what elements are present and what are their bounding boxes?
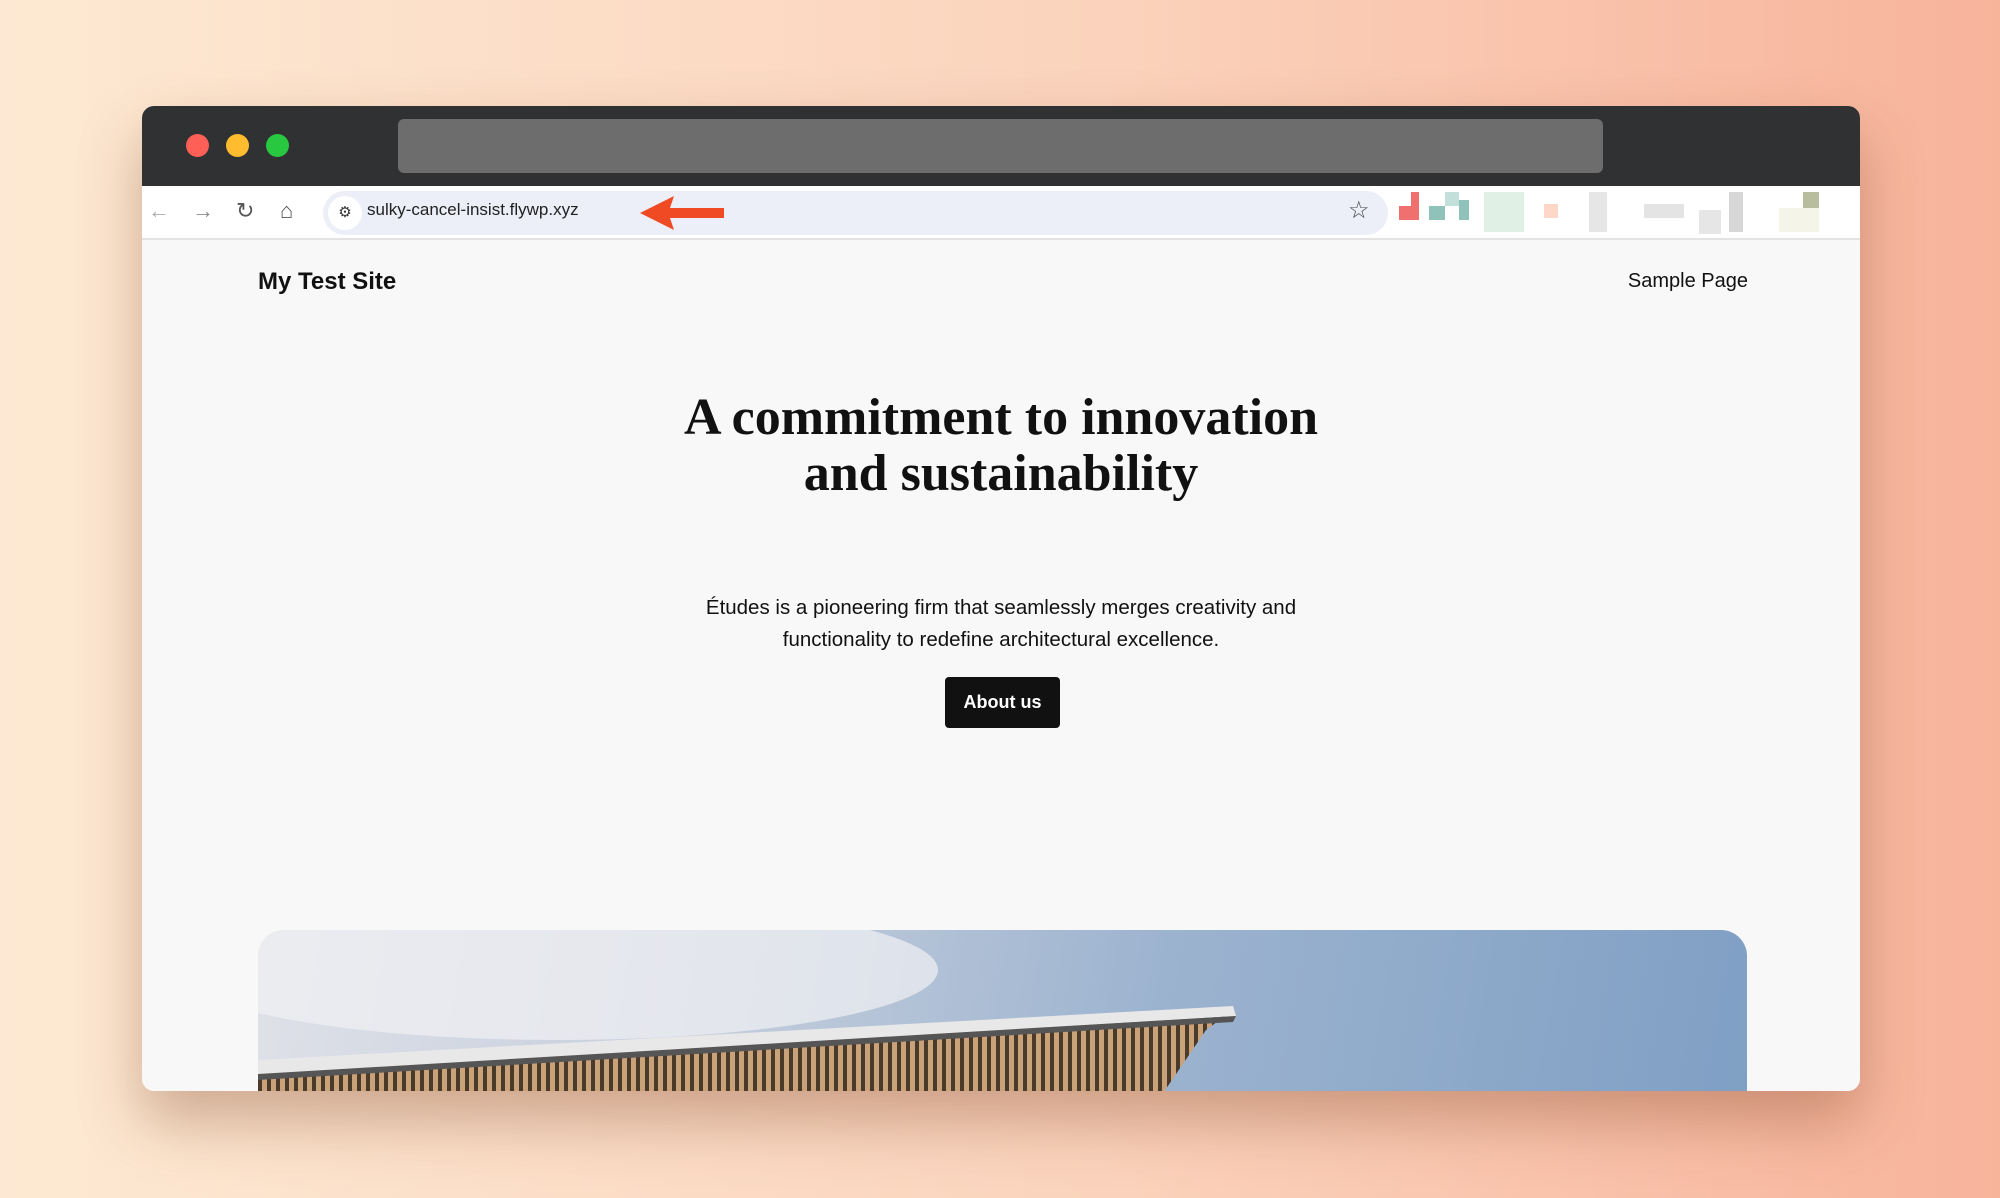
forward-icon[interactable]: →: [192, 198, 214, 224]
hero-text-line1: Études is a pioneering firm that seamles…: [705, 596, 1297, 619]
hero-heading-line2: and sustainability: [803, 445, 1199, 502]
site-settings-icon[interactable]: ⚙: [328, 196, 362, 230]
site-title-link[interactable]: My Test Site: [258, 268, 396, 296]
hero-text: Études is a pioneering firm that seamles…: [142, 592, 1860, 656]
extensions-area[interactable]: [1399, 190, 1850, 234]
url-text[interactable]: sulky-cancel-insist.flywp.xyz: [367, 200, 579, 220]
hero-image: [258, 930, 1747, 1091]
reload-icon[interactable]: ↻: [236, 198, 254, 224]
tab-strip[interactable]: [398, 119, 1603, 173]
title-bar: [142, 106, 1860, 186]
home-icon[interactable]: ⌂: [280, 198, 293, 224]
hero-text-line2: functionality to redefine architectural …: [782, 628, 1220, 651]
web-page: My Test Site Sample Page A commitment to…: [142, 240, 1860, 1091]
bookmark-star-icon[interactable]: ☆: [1348, 196, 1370, 225]
browser-toolbar: ← → ↻ ⌂ ⚙ sulky-cancel-insist.flywp.xyz …: [142, 186, 1860, 240]
nav-sample-page[interactable]: Sample Page: [1628, 270, 1748, 293]
maximize-window-button[interactable]: [266, 134, 289, 157]
browser-window: ← → ↻ ⌂ ⚙ sulky-cancel-insist.flywp.xyz …: [142, 106, 1860, 1091]
hero-heading-line1: A commitment to innovation: [683, 389, 1319, 446]
minimize-window-button[interactable]: [226, 134, 249, 157]
back-icon[interactable]: ←: [148, 198, 170, 224]
annotation-arrow-icon: [640, 196, 724, 230]
about-us-button[interactable]: About us: [945, 677, 1060, 728]
hero-heading: A commitment to innovation and sustainabi…: [142, 390, 1860, 502]
close-window-button[interactable]: [186, 134, 209, 157]
building-roof-image: [258, 930, 1236, 1091]
